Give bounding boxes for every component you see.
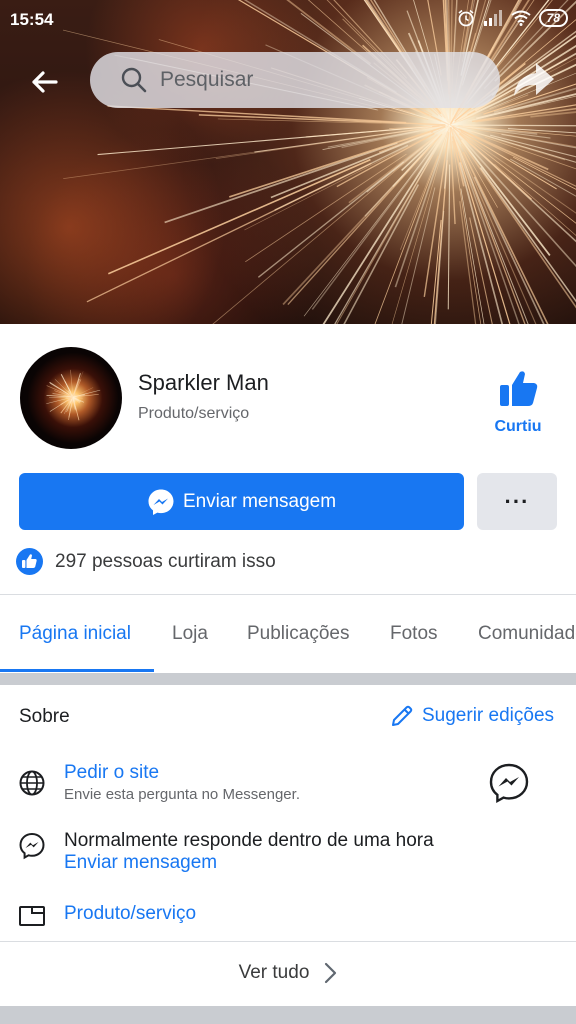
spark-ray [462, 124, 576, 127]
spark-ray [164, 142, 398, 224]
more-label: ··· [504, 488, 530, 514]
category-icon [19, 906, 45, 926]
more-options-button[interactable]: ··· [477, 473, 557, 530]
back-button[interactable] [24, 62, 64, 102]
sparkler-image [62, 0, 576, 324]
spark-ray [433, 160, 448, 324]
spark-ray [73, 402, 80, 421]
suggest-edits-label: Sugerir edições [422, 705, 555, 726]
tab-photos[interactable]: Fotos [390, 623, 438, 645]
spark-ray [456, 142, 529, 324]
messenger-outline-icon[interactable] [488, 762, 530, 804]
request-website-subtitle: Envie esta pergunta no Messenger. [64, 786, 300, 803]
status-time: 15:54 [10, 10, 54, 29]
thumbs-up-icon [500, 371, 538, 406]
suggest-edits-button[interactable]: Sugerir edições [390, 704, 554, 728]
chevron-right-icon [325, 962, 337, 984]
globe-icon [19, 770, 45, 796]
page-title: Sparkler Man [138, 370, 269, 395]
sparkler-avatar-image [46, 369, 101, 421]
spark-ray [245, 153, 407, 263]
profile-avatar[interactable] [20, 347, 122, 449]
spark-ray [447, 164, 451, 310]
wifi-icon [511, 10, 531, 26]
tab-shop[interactable]: Loja [172, 623, 208, 645]
likes-summary[interactable]: 297 pessoas curtiram isso [16, 548, 276, 575]
spark-ray [70, 369, 73, 393]
messenger-icon [148, 489, 174, 515]
share-button[interactable] [510, 60, 556, 100]
spark-ray [75, 396, 83, 399]
send-message-label: Enviar mensagem [182, 490, 337, 512]
spark-ray [63, 125, 447, 179]
pencil-icon [392, 705, 413, 726]
share-arrow-icon [514, 63, 554, 96]
liked-button[interactable]: Curtiu [488, 368, 548, 440]
spark-ray [73, 378, 80, 396]
alarm-icon [458, 9, 474, 27]
spark-ray [244, 125, 449, 231]
spark-ray [198, 114, 446, 126]
search-input[interactable]: Pesquisar [90, 52, 500, 108]
page-category: Produto/serviço [138, 405, 250, 422]
likes-count-text: 297 pessoas curtiram isso [55, 550, 276, 572]
request-website-link[interactable]: Pedir o site [64, 762, 159, 784]
like-badge-icon [16, 548, 43, 575]
spark-ray [460, 143, 498, 208]
tab-posts[interactable]: Publicações [247, 623, 349, 645]
see-all-button[interactable]: Ver tudo [0, 942, 576, 1004]
spark-ray [46, 397, 69, 404]
spark-ray [86, 162, 372, 303]
cover-photo[interactable] [0, 0, 576, 324]
section-separator [0, 673, 576, 685]
send-message-link[interactable]: Enviar mensagem [64, 852, 217, 874]
status-bar: 15:54 78 [0, 0, 576, 40]
signal-icon [483, 10, 502, 26]
search-placeholder: Pesquisar [160, 68, 254, 91]
battery-indicator: 78 [538, 9, 568, 27]
messenger-small-icon [19, 832, 45, 860]
tab-community[interactable]: Comunidade [478, 623, 576, 645]
search-icon [121, 67, 147, 93]
active-tab-indicator [0, 669, 154, 672]
arrow-left-icon [32, 71, 58, 93]
about-heading: Sobre [19, 706, 70, 727]
category-link[interactable]: Produto/serviço [64, 903, 196, 925]
section-separator [0, 1006, 576, 1024]
tab-home[interactable]: Página inicial [19, 623, 131, 645]
response-time-text: Normalmente responde dentro de uma hora [64, 830, 434, 851]
liked-label: Curtiu [494, 418, 542, 435]
page-tabs: Página inicial Loja Publicações Fotos Co… [0, 595, 576, 673]
see-all-label: Ver tudo [238, 962, 310, 983]
send-message-button[interactable]: Enviar mensagem [19, 473, 464, 530]
